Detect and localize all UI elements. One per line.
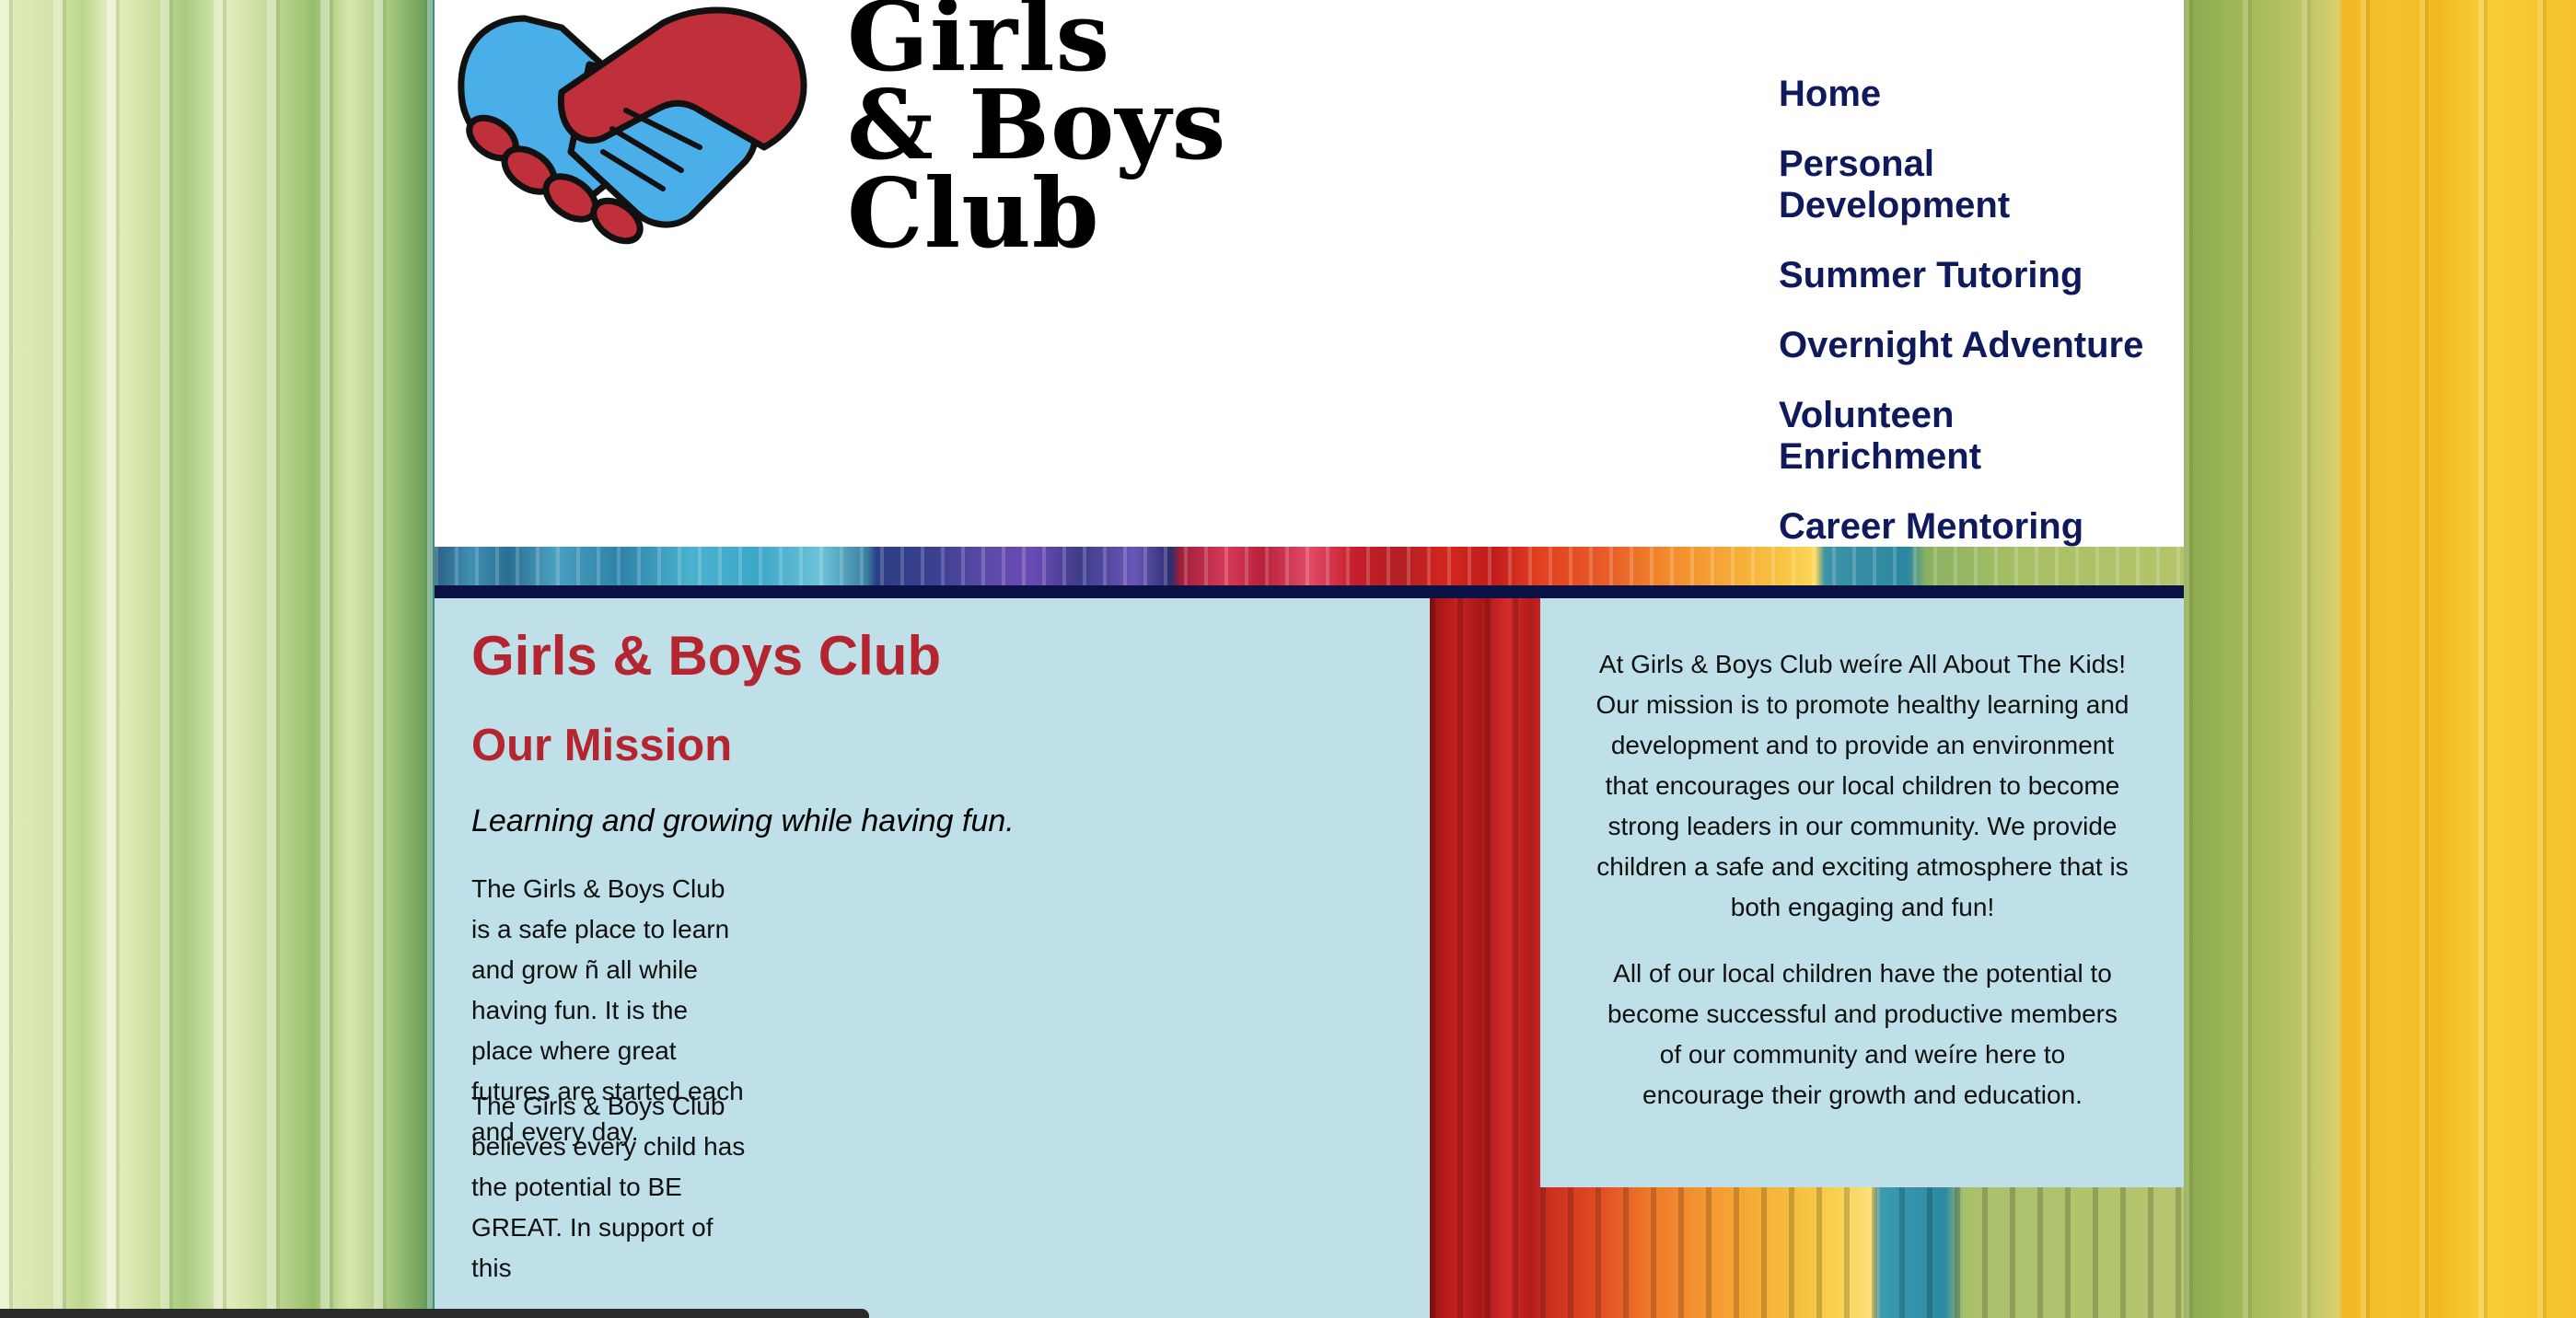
about-paragraph-2: All of our local children have the poten…: [1607, 959, 2118, 1109]
about-sidebar: At Girls & Boys Club weíre All About The…: [1540, 598, 2184, 1187]
nav-item-career-mentoring[interactable]: Career Mentoring: [1779, 506, 2165, 548]
handshake-heart-icon: [458, 6, 807, 245]
mission-heading: Our Mission: [471, 721, 733, 770]
page-title: Girls & Boys Club: [471, 625, 942, 687]
site-header: Girls & Boys Club Home Personal Developm…: [435, 0, 2184, 547]
page-container: Girls & Boys Club Home Personal Developm…: [435, 0, 2184, 1318]
nav-item-home[interactable]: Home: [1779, 74, 2165, 115]
header-divider: [435, 585, 2184, 598]
mission-paragraph-2: The Girls & Boys Club believes every chi…: [471, 1092, 746, 1282]
bottom-toolbar-edge: [0, 1309, 869, 1318]
nav-item-volunteen-enrichment[interactable]: Volunteen Enrichment: [1779, 395, 2018, 478]
nav-item-personal-development[interactable]: Personal Development: [1779, 144, 2055, 226]
main-content: Girls & Boys Club Our Mission Learning a…: [435, 598, 1430, 1318]
about-paragraph-1: At Girls & Boys Club weíre All About The…: [1595, 650, 2129, 921]
nav-item-overnight-adventure[interactable]: Overnight Adventure: [1779, 325, 2165, 366]
background-left-slats: [0, 0, 433, 1318]
nav-item-summer-tutoring[interactable]: Summer Tutoring: [1779, 255, 2165, 296]
logo-wordmark: Girls & Boys Club: [847, 0, 1226, 270]
site-logo[interactable]: Girls & Boys Club: [451, 0, 1298, 267]
logo-line-3: Club: [847, 156, 1100, 270]
mission-tagline: Learning and growing while having fun.: [471, 804, 1015, 838]
main-nav: Home Personal Development Summer Tutorin…: [1779, 74, 2165, 576]
decorative-stripe-lines: [435, 547, 2184, 585]
background-right-slats: [2184, 0, 2576, 1318]
